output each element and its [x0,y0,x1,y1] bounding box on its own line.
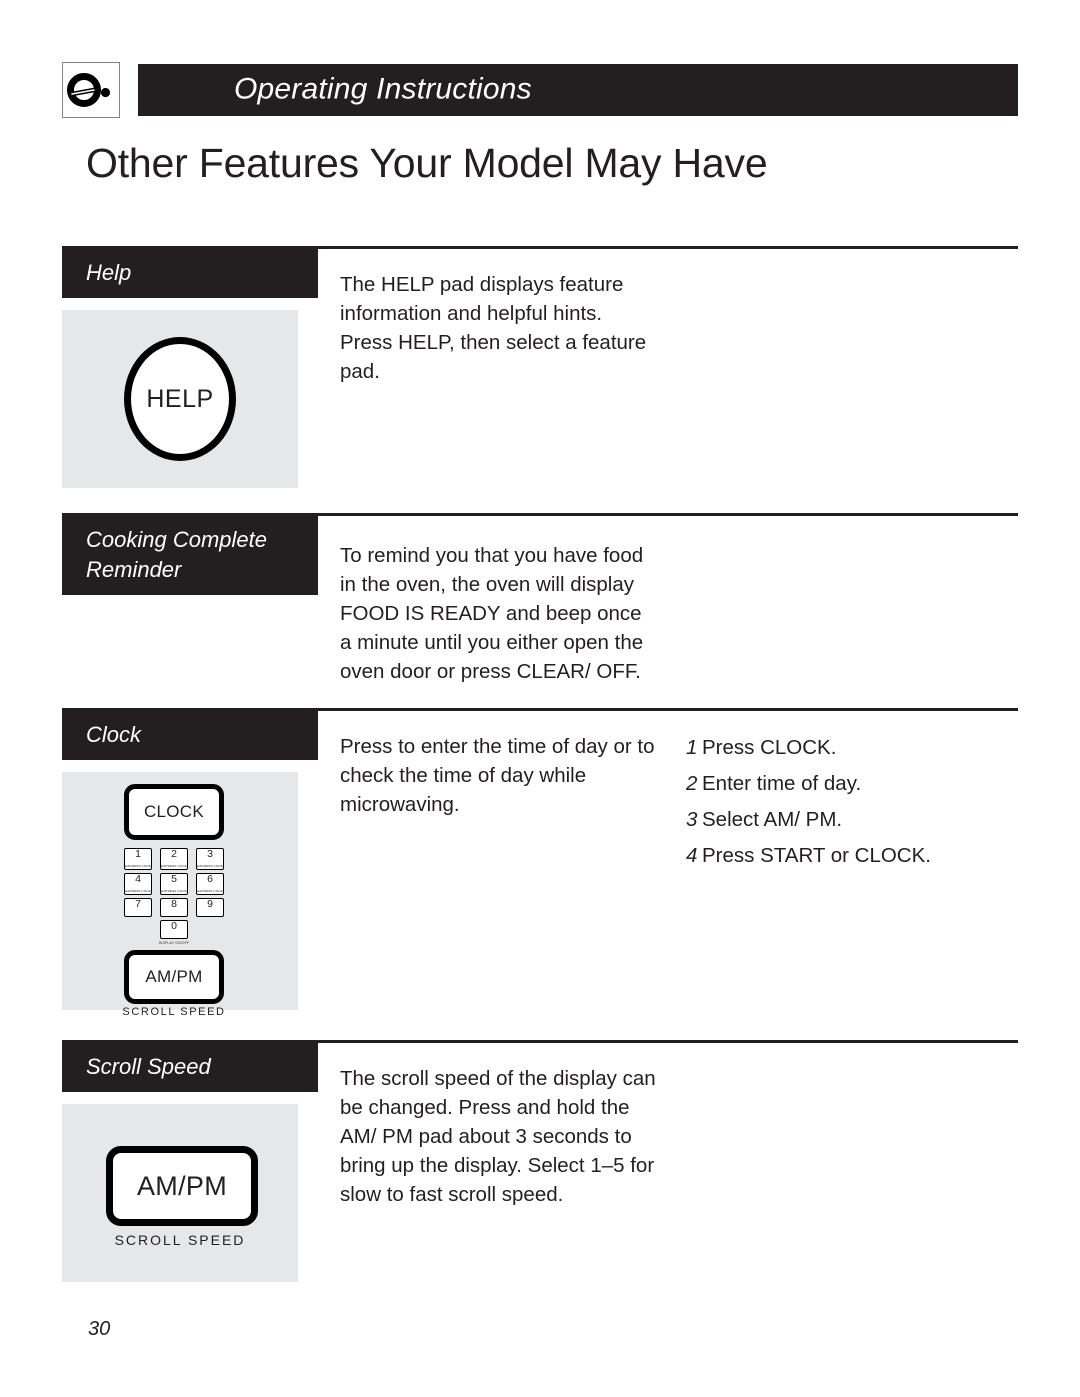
clock-button[interactable]: CLOCK [124,784,224,840]
ampm-button[interactable]: AM/PM [124,950,224,1004]
body-line: a minute until you either open the [340,631,644,654]
keypad-key-4[interactable]: 4 EXPRESS COOK [124,873,152,895]
body-line: pad. [340,360,380,383]
keypad-key-7[interactable]: 7 [124,898,152,917]
section-label-cooking-complete-reminder: Cooking Complete Reminder [62,516,318,595]
help-control-panel: HELP [62,310,298,488]
body-line: To remind you that you have food [340,544,644,567]
keypad-zero-caption: DISPLAY ON/OFF [158,941,190,945]
keypad-key-5[interactable]: 5 EXPRESS COOK [160,873,188,895]
body-line: in the oven, the oven will display [340,573,635,596]
body-line: The scroll speed of the display can [340,1067,656,1090]
knob-dial-icon [67,73,111,107]
keypad-digit: 2 [171,848,177,860]
scroll-speed-caption: SCROLL SPEED [114,1232,246,1248]
step-item: 3 Select AM/ PM. [686,802,1016,838]
keypad-digit: 4 [135,873,141,885]
scroll-speed-body-text: The scroll speed of the display can be c… [340,1064,685,1209]
section-cooking-complete-reminder: Cooking Complete Reminder To remind you … [0,513,1080,703]
keypad-key-8[interactable]: 8 [160,898,188,917]
step-text: Press CLOCK. [702,736,837,759]
keypad-key-1[interactable]: 1 EXPRESS COOK [124,848,152,870]
scroll-speed-ampm-button[interactable]: AM/PM [106,1146,258,1226]
body-line: check the time of day while [340,764,587,787]
keypad-sublabel: EXPRESS COOK [125,864,151,868]
section-label-clock: Clock [62,711,318,760]
step-text: Enter time of day. [702,772,862,795]
body-line: slow to fast scroll speed. [340,1183,564,1206]
body-line: Press to enter the time of day or to [340,735,655,758]
page-header: Operating Instructions [62,62,1018,118]
body-line: Press HELP, then select a feature [340,331,647,354]
step-item: 1 Press CLOCK. [686,730,1016,766]
step-item: 2 Enter time of day. [686,766,1016,802]
section-help: Help HELP The HELP pad displays feature … [0,246,1080,496]
section-label-line: Cooking Complete [86,527,267,552]
body-line: information and helpful hints. [340,302,603,325]
keypad-digit: 9 [207,898,213,910]
step-number: 3 [686,808,698,831]
header-banner-title: Operating Instructions [234,72,532,106]
cooking-complete-body-text: To remind you that you have food in the … [340,541,685,686]
body-line: FOOD IS READY and beep once [340,602,642,625]
section-scroll-speed: Scroll Speed AM/PM SCROLL SPEED The scro… [0,1040,1080,1290]
keypad-digit: 1 [135,848,141,860]
scroll-speed-control-panel: AM/PM SCROLL SPEED [62,1104,298,1282]
clock-button-label: CLOCK [143,802,205,821]
clock-control-panel: CLOCK 1 EXPRESS COOK 2 EXPRESS COOK 3 EX… [62,772,298,1018]
step-number: 2 [686,772,698,795]
keypad-digit: 5 [171,873,177,885]
body-line: microwaving. [340,793,460,816]
section-clock: Clock CLOCK 1 EXPRESS COOK 2 EXPRESS COO… [0,708,1080,1018]
step-item: 4 Press START or CLOCK. [686,838,1016,874]
document-page: Operating Instructions Other Features Yo… [0,0,1080,1397]
scroll-speed-ampm-label: AM/PM [136,1170,227,1201]
clock-body-text: Press to enter the time of day or to che… [340,732,675,819]
keypad-sublabel: EXPRESS COOK [197,889,223,893]
keypad-key-3[interactable]: 3 EXPRESS COOK [196,848,224,870]
body-line: be changed. Press and hold the [340,1096,630,1119]
keypad-digit: 0 [171,920,177,932]
page-number: 30 [88,1318,111,1340]
keypad-digit: 8 [171,898,177,910]
help-button[interactable]: HELP [124,337,236,461]
keypad-key-2[interactable]: 2 EXPRESS COOK [160,848,188,870]
ampm-scroll-speed-caption: SCROLL SPEED [122,1006,226,1018]
keypad-sublabel: EXPRESS COOK [125,889,151,893]
keypad-digit: 3 [207,848,213,860]
keypad-sublabel: EXPRESS COOK [161,889,187,893]
keypad-digit: 7 [135,898,141,910]
clock-steps-list: 1 Press CLOCK. 2 Enter time of day. 3 Selec… [686,730,1016,874]
keypad-digit: 6 [207,873,213,885]
keypad-sublabel: EXPRESS COOK [161,864,187,868]
help-body-text: The HELP pad displays feature informatio… [340,270,670,386]
header-banner: Operating Instructions [138,64,1018,116]
keypad-key-9[interactable]: 9 [196,898,224,917]
body-line: oven door or press CLEAR/ OFF. [340,660,641,683]
help-button-label: HELP [146,384,214,413]
page-title: Other Features Your Model May Have [86,140,768,186]
step-number: 1 [686,736,698,759]
step-number: 4 [686,844,698,867]
body-line: bring up the display. Select 1–5 for [340,1154,655,1177]
header-icon-box [62,62,120,118]
section-label-line: Reminder [86,557,182,582]
keypad-key-0[interactable]: 0 [160,920,188,939]
step-text: Press START or CLOCK. [702,844,931,867]
body-line: AM/ PM pad about 3 seconds to [340,1125,632,1148]
keypad-key-6[interactable]: 6 EXPRESS COOK [196,873,224,895]
section-label-scroll-speed: Scroll Speed [62,1043,318,1092]
step-text: Select AM/ PM. [702,808,843,831]
body-line: The HELP pad displays feature [340,273,624,296]
keypad-sublabel: EXPRESS COOK [197,864,223,868]
numeric-keypad: 1 EXPRESS COOK 2 EXPRESS COOK 3 EXPRESS … [124,848,228,945]
section-label-help: Help [62,249,318,298]
ampm-button-label: AM/PM [145,967,203,986]
